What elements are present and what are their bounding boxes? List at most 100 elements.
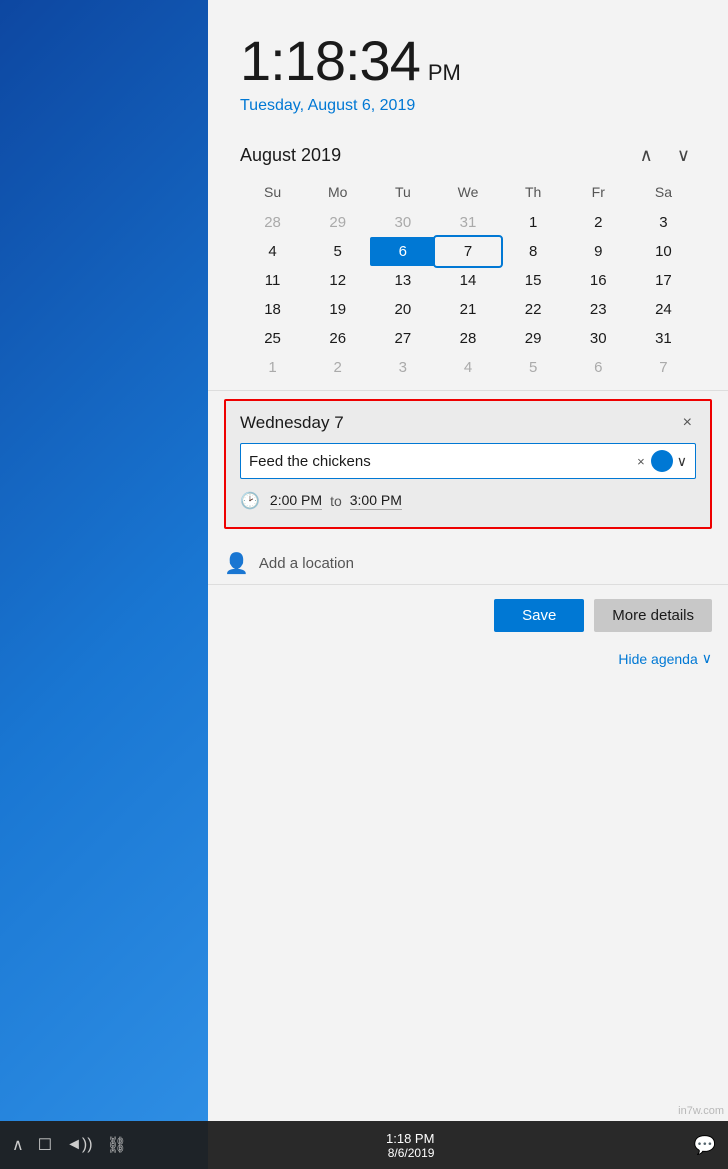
calendar-day-21-3[interactable]: 21 (435, 295, 500, 324)
event-time-row: 🕑 2:00 PM to 3:00 PM (240, 489, 696, 513)
calendar-day-5-1[interactable]: 5 (305, 237, 370, 266)
calendar-day-7-5[interactable]: 7 (631, 353, 696, 382)
day-header-th: Th (501, 180, 566, 208)
event-title-clear-button[interactable]: × (637, 454, 645, 469)
calendar-day-headers: Su Mo Tu We Th Fr Sa (240, 180, 696, 208)
taskbar-volume-icon[interactable]: ◄)) (66, 1136, 93, 1154)
event-title-input[interactable] (249, 453, 637, 470)
time-section: 1:18:34 PM Tuesday, August 6, 2019 (208, 0, 728, 131)
calendar-section: August 2019 ∧ ∨ Su Mo Tu We Th Fr Sa 282… (208, 131, 728, 390)
calendar-week-4: 25262728293031 (240, 324, 696, 353)
event-color-dot (651, 450, 673, 472)
event-time-from[interactable]: 2:00 PM (270, 492, 322, 510)
action-row: Save More details (208, 585, 728, 646)
taskbar-left: ∧ ☐ ◄)) ⛓ (12, 1135, 127, 1155)
calendar-day-19-3[interactable]: 19 (305, 295, 370, 324)
calendar-body: 2829303112345678910111213141516171819202… (240, 208, 696, 382)
calendar-header: August 2019 ∧ ∨ (240, 143, 696, 168)
location-icon: 👤 (224, 551, 249, 576)
calendar-day-23-3[interactable]: 23 (566, 295, 631, 324)
calendar-day-1-0[interactable]: 1 (501, 208, 566, 237)
day-header-fr: Fr (566, 180, 631, 208)
calendar-week-1: 45678910 (240, 237, 696, 266)
calendar-day-30-0[interactable]: 30 (370, 208, 435, 237)
taskbar: ∧ ☐ ◄)) ⛓ 1:18 PM 8/6/2019 💬 (0, 1121, 728, 1169)
hide-agenda-button[interactable]: Hide agenda ∨ (618, 650, 712, 667)
calendar-day-8-1[interactable]: 8 (501, 237, 566, 266)
time-display: 1:18:34 PM (240, 28, 696, 93)
taskbar-screen-icon[interactable]: ☐ (38, 1135, 52, 1155)
hide-agenda-row: Hide agenda ∨ (208, 646, 728, 675)
location-row[interactable]: 👤 Add a location (208, 537, 728, 585)
save-button[interactable]: Save (494, 599, 584, 632)
watermark: in7w.com (678, 1105, 724, 1117)
calendar-day-4-1[interactable]: 4 (240, 237, 305, 266)
calendar-day-20-3[interactable]: 20 (370, 295, 435, 324)
calendar-day-12-2[interactable]: 12 (305, 266, 370, 295)
calendar-day-28-0[interactable]: 28 (240, 208, 305, 237)
calendar-week-3: 18192021222324 (240, 295, 696, 324)
calendar-day-11-2[interactable]: 11 (240, 266, 305, 295)
calendar-day-1-5[interactable]: 1 (240, 353, 305, 382)
event-time-to[interactable]: 3:00 PM (350, 492, 402, 510)
calendar-prev-button[interactable]: ∧ (634, 143, 659, 168)
main-panel: 1:18:34 PM Tuesday, August 6, 2019 Augus… (208, 0, 728, 1169)
event-popup-wrapper: Wednesday 7 × × ∨ 🕑 2:00 PM to 3:00 PM (208, 391, 728, 537)
agenda-chevron-icon: ∨ (702, 650, 712, 667)
calendar-day-25-4[interactable]: 25 (240, 324, 305, 353)
calendar-day-31-0[interactable]: 31 (435, 208, 500, 237)
taskbar-chevron-icon[interactable]: ∧ (12, 1135, 24, 1155)
calendar-day-15-2[interactable]: 15 (501, 266, 566, 295)
location-label: Add a location (259, 555, 354, 572)
calendar-day-29-0[interactable]: 29 (305, 208, 370, 237)
hide-agenda-label: Hide agenda (618, 651, 697, 667)
calendar-day-2-0[interactable]: 2 (566, 208, 631, 237)
calendar-day-17-2[interactable]: 17 (631, 266, 696, 295)
calendar-day-30-4[interactable]: 30 (566, 324, 631, 353)
calendar-week-5: 1234567 (240, 353, 696, 382)
event-title-row: × ∨ (240, 443, 696, 479)
clock-date: Tuesday, August 6, 2019 (240, 97, 696, 115)
calendar-day-6-1[interactable]: 6 (370, 237, 435, 266)
calendar-day-4-5[interactable]: 4 (435, 353, 500, 382)
event-close-button[interactable]: × (679, 413, 696, 433)
calendar-day-28-4[interactable]: 28 (435, 324, 500, 353)
day-header-tu: Tu (370, 180, 435, 208)
calendar-day-18-3[interactable]: 18 (240, 295, 305, 324)
calendar-day-16-2[interactable]: 16 (566, 266, 631, 295)
calendar-day-13-2[interactable]: 13 (370, 266, 435, 295)
calendar-day-29-4[interactable]: 29 (501, 324, 566, 353)
calendar-day-31-4[interactable]: 31 (631, 324, 696, 353)
calendar-day-3-5[interactable]: 3 (370, 353, 435, 382)
calendar-day-14-2[interactable]: 14 (435, 266, 500, 295)
calendar-day-24-3[interactable]: 24 (631, 295, 696, 324)
calendar-grid: Su Mo Tu We Th Fr Sa 2829303112345678910… (240, 180, 696, 382)
calendar-day-26-4[interactable]: 26 (305, 324, 370, 353)
calendar-day-2-5[interactable]: 2 (305, 353, 370, 382)
day-header-sa: Sa (631, 180, 696, 208)
event-popup-title: Wednesday 7 (240, 413, 344, 433)
calendar-day-27-4[interactable]: 27 (370, 324, 435, 353)
taskbar-chat-button[interactable]: 💬 (694, 1135, 716, 1156)
event-time-to-label: to (330, 493, 342, 509)
event-popup: Wednesday 7 × × ∨ 🕑 2:00 PM to 3:00 PM (224, 399, 712, 529)
taskbar-right[interactable]: 1:18 PM 8/6/2019 (386, 1131, 434, 1160)
calendar-next-button[interactable]: ∨ (671, 143, 696, 168)
more-details-button[interactable]: More details (594, 599, 712, 632)
event-popup-header: Wednesday 7 × (240, 413, 696, 433)
calendar-day-9-1[interactable]: 9 (566, 237, 631, 266)
calendar-month-label: August 2019 (240, 145, 341, 166)
calendar-day-7-1[interactable]: 7 (435, 237, 500, 266)
event-chevron-button[interactable]: ∨ (677, 453, 687, 470)
taskbar-time: 1:18 PM (386, 1131, 434, 1146)
calendar-day-22-3[interactable]: 22 (501, 295, 566, 324)
calendar-day-5-5[interactable]: 5 (501, 353, 566, 382)
clock-ampm: PM (428, 60, 461, 86)
calendar-week-0: 28293031123 (240, 208, 696, 237)
calendar-day-6-5[interactable]: 6 (566, 353, 631, 382)
calendar-day-10-1[interactable]: 10 (631, 237, 696, 266)
clock-icon: 🕑 (240, 491, 260, 511)
day-header-su: Su (240, 180, 305, 208)
taskbar-network-icon[interactable]: ⛓ (107, 1135, 127, 1155)
calendar-day-3-0[interactable]: 3 (631, 208, 696, 237)
